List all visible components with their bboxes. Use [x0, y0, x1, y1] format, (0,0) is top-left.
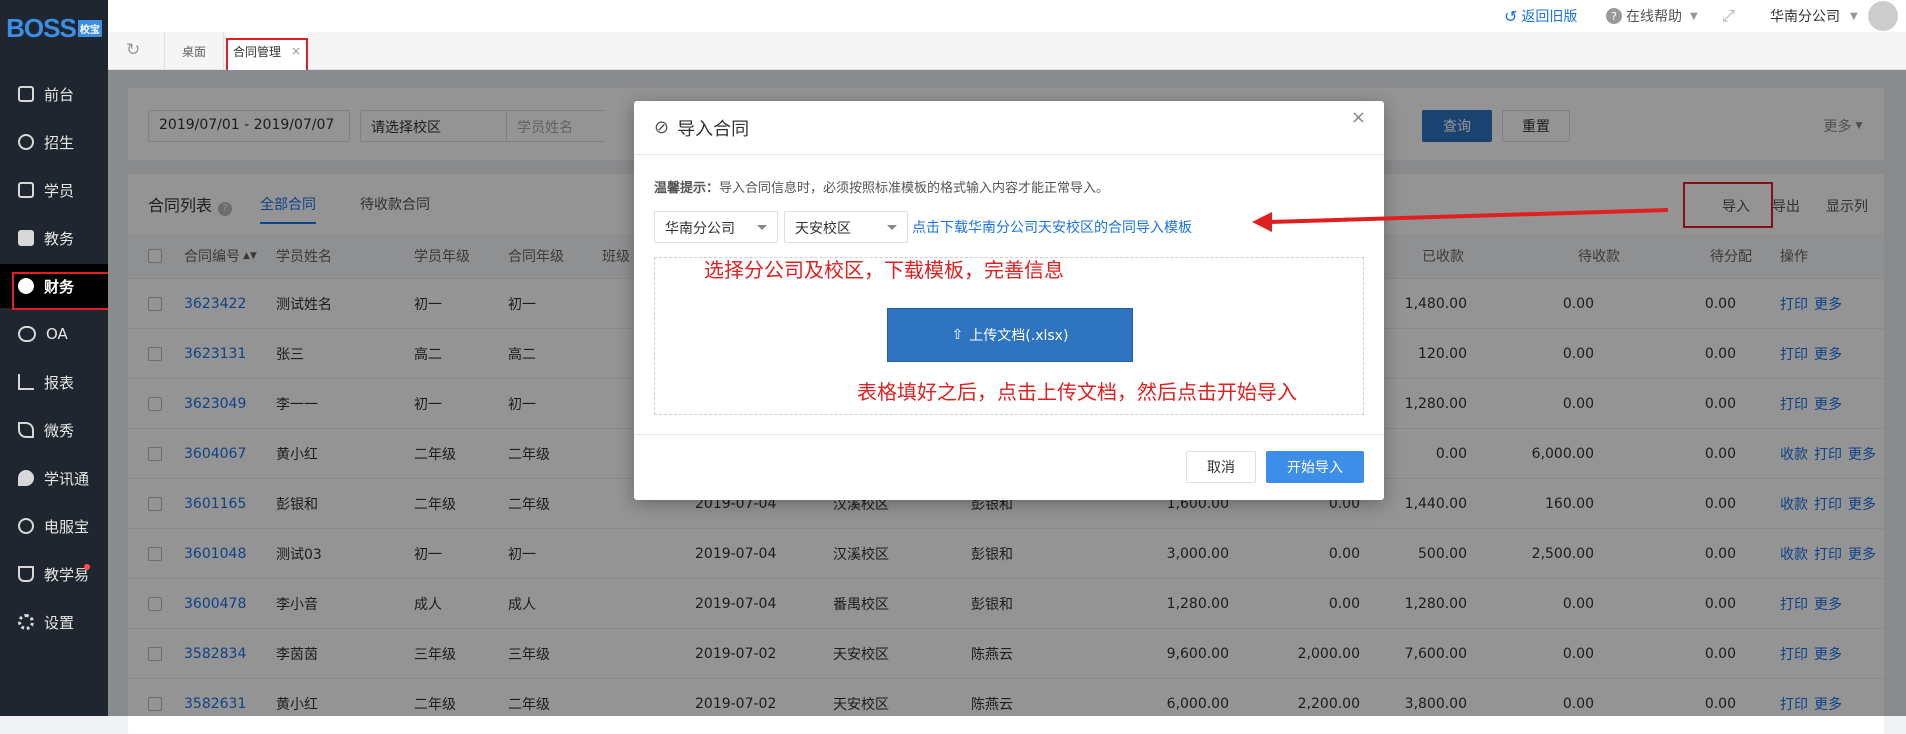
annotation-arrow [1252, 208, 1669, 232]
